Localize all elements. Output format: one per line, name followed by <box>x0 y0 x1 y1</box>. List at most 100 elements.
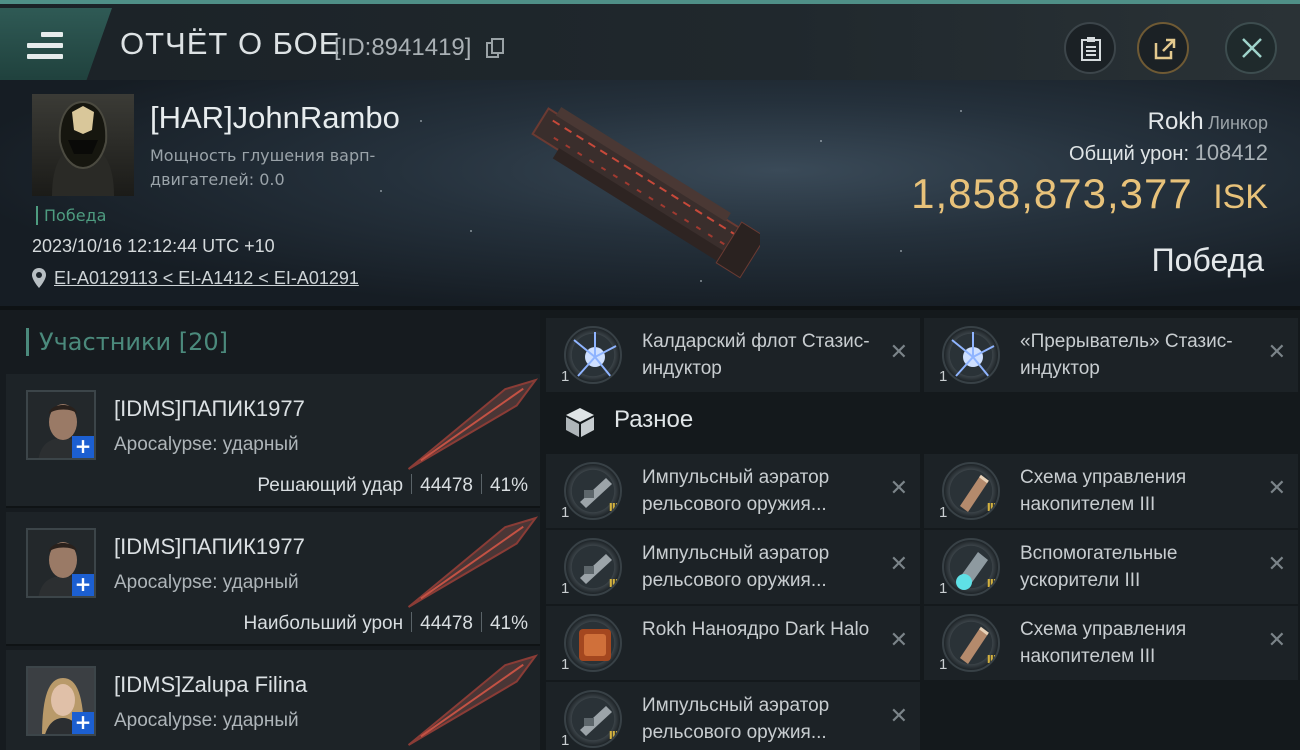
destroyed-marker-icon: ✕ <box>1267 628 1286 653</box>
participant-stats: Решающий удар 44478 41% <box>257 474 528 497</box>
avatar[interactable]: + <box>26 390 96 460</box>
item-name: Rokh Наноядро Dark Halo <box>642 619 870 640</box>
item-quantity: 1 <box>939 580 948 597</box>
tier-badge: III <box>986 501 997 514</box>
railgun-accelerator-icon: III <box>564 690 622 748</box>
destroyed-marker-icon: ✕ <box>889 340 908 365</box>
pilot-helmet-icon <box>52 100 114 196</box>
victim-ship-name[interactable]: Rokh <box>1148 108 1204 135</box>
total-damage-value: 108412 <box>1194 140 1268 165</box>
tier-badge: III <box>608 729 619 742</box>
victim-panel: [HAR]JohnRambo Мощность глушения варп-дв… <box>0 80 1300 306</box>
fitting-item[interactable]: III 1 Схема управления накопителем III ✕ <box>924 454 1298 528</box>
destroyed-marker-icon: ✕ <box>889 704 908 729</box>
participant-percent: 41% <box>489 475 528 496</box>
total-damage-label: Общий урон: <box>1069 143 1190 165</box>
participant-role: Наибольший урон <box>243 613 404 634</box>
destroyed-marker-icon: ✕ <box>889 476 908 501</box>
tier-badge: III <box>986 577 997 590</box>
participant-stats: Наибольший урон 44478 41% <box>244 612 528 635</box>
fitting-item[interactable]: III 1 Импульсный аэратор рельсового оруж… <box>546 454 920 528</box>
fitting-item[interactable]: III 1 Схема управления накопителем III ✕ <box>924 606 1298 680</box>
fitting-item[interactable]: III 1 Импульсный аэратор рельсового оруж… <box>546 682 920 750</box>
result-label: Победа <box>1151 242 1264 278</box>
fitting-item[interactable]: III 1 Вспомогательные ускорители III ✕ <box>924 530 1298 604</box>
fitting-item[interactable]: 1 Rokh Наноядро Dark Halo ✕ <box>546 606 920 680</box>
add-contact-icon[interactable]: + <box>72 712 94 734</box>
auxiliary-thrusters-icon: III <box>942 538 1000 596</box>
participant-name[interactable]: [IDMS]ПАПИК1977 <box>114 396 305 422</box>
section-header-misc: Разное <box>546 392 1298 452</box>
victim-pilot-name[interactable]: [HAR]JohnRambo <box>150 100 400 136</box>
destroyed-marker-icon: ✕ <box>889 552 908 577</box>
page-title: ОТЧЁТ О БОЕ <box>120 26 341 61</box>
menu-button[interactable] <box>0 8 112 84</box>
item-name: Калдарский флот Стазис-индуктор <box>642 331 870 379</box>
participant-name[interactable]: [IDMS]ПАПИК1977 <box>114 534 305 560</box>
isk-value-line: 1,858,873,377 ISK <box>911 170 1268 218</box>
participant-row[interactable]: + [IDMS]ПАПИК1977 Apocalypse: ударный Ре… <box>6 374 540 508</box>
item-quantity: 1 <box>939 368 948 385</box>
isk-value: 1,858,873,377 <box>911 170 1193 217</box>
close-button[interactable] <box>1225 22 1277 74</box>
clipboard-button[interactable] <box>1064 22 1116 74</box>
item-name: Импульсный аэратор рельсового оружия... <box>642 695 830 743</box>
location-link[interactable]: EI-A0129113 < EI-A1412 < EI-A01291 <box>54 268 359 289</box>
warp-disruption-label: Мощность глушения варп-двигателей: 0.0 <box>150 146 376 189</box>
item-quantity: 1 <box>939 504 948 521</box>
fitting-item[interactable]: III 1 Импульсный аэратор рельсового оруж… <box>546 530 920 604</box>
participant-row[interactable]: + [IDMS]Zalupa Filina Apocalypse: ударны… <box>6 650 540 750</box>
close-icon <box>1242 38 1262 58</box>
tier-badge: III <box>608 577 619 590</box>
destroyed-marker-icon: ✕ <box>1267 476 1286 501</box>
participants-header: Участники [20] <box>26 328 228 356</box>
isk-unit: ISK <box>1213 178 1268 216</box>
participant-ship-image <box>407 378 539 470</box>
item-quantity: 1 <box>561 368 570 385</box>
tier-badge: III <box>986 653 997 666</box>
avatar[interactable]: + <box>26 666 96 736</box>
participant-ship: Apocalypse: ударный <box>114 434 299 455</box>
add-contact-icon[interactable]: + <box>72 436 94 458</box>
participant-percent: 41% <box>489 613 528 634</box>
victim-ship-class: Линкор <box>1208 113 1268 133</box>
capacitor-rig-icon: III <box>942 614 1000 672</box>
participant-name[interactable]: [IDMS]Zalupa Filina <box>114 672 307 698</box>
capacitor-rig-icon: III <box>942 462 1000 520</box>
participant-damage: 44478 <box>420 613 473 634</box>
item-quantity: 1 <box>561 504 570 521</box>
fitting-item[interactable]: 1 Калдарский флот Стазис-индуктор ✕ <box>546 318 920 392</box>
item-quantity: 1 <box>561 656 570 673</box>
participant-ship: Apocalypse: ударный <box>114 572 299 593</box>
victim-ship-image <box>531 107 760 279</box>
participant-damage: 44478 <box>420 475 473 496</box>
clipboard-icon <box>1081 37 1101 61</box>
total-damage: Общий урон: 108412 <box>1069 140 1268 166</box>
participant-ship-image <box>407 654 539 746</box>
result-tag: Победа <box>36 206 106 225</box>
participant-ship-image <box>407 516 539 608</box>
railgun-accelerator-icon: III <box>564 462 622 520</box>
fitting-item[interactable]: 1 «Прерыватель» Стазис-индуктор ✕ <box>924 318 1298 392</box>
top-bar: ОТЧЁТ О БОЕ [ID:8941419] <box>0 0 1300 84</box>
add-contact-icon[interactable]: + <box>72 574 94 596</box>
participant-ship: Apocalypse: ударный <box>114 710 299 731</box>
hamburger-icon <box>27 32 63 65</box>
victim-portrait[interactable] <box>32 94 134 196</box>
participants-panel: Участники [20] + [IDMS]ПАПИК1977 Apocaly… <box>0 306 540 750</box>
avatar[interactable]: + <box>26 528 96 598</box>
destroyed-marker-icon: ✕ <box>889 628 908 653</box>
item-quantity: 1 <box>561 580 570 597</box>
participant-row[interactable]: + [IDMS]ПАПИК1977 Apocalypse: ударный На… <box>6 512 540 646</box>
nanocore-icon <box>564 614 622 672</box>
item-name: Импульсный аэратор рельсового оружия... <box>642 467 830 515</box>
share-icon <box>1154 38 1176 60</box>
copy-icon[interactable] <box>486 38 504 58</box>
railgun-accelerator-icon: III <box>564 538 622 596</box>
cube-icon <box>566 408 594 437</box>
share-button[interactable] <box>1137 22 1189 74</box>
destroyed-marker-icon: ✕ <box>1267 552 1286 577</box>
item-name: «Прерыватель» Стазис-индуктор <box>1020 331 1233 379</box>
tier-badge: III <box>608 501 619 514</box>
report-id: [ID:8941419] <box>334 34 472 61</box>
